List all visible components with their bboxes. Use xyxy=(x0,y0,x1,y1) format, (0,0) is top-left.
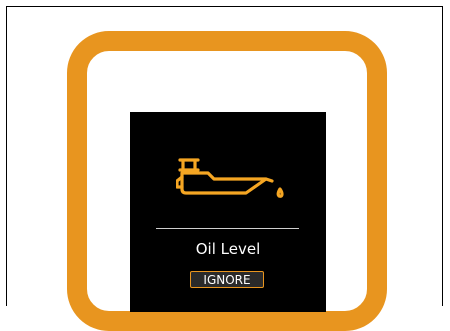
oil-can-icon xyxy=(176,158,284,198)
warning-screen: Oil Level IGNORE xyxy=(130,112,326,312)
warning-title: Oil Level xyxy=(195,240,261,258)
ignore-button[interactable]: IGNORE xyxy=(190,271,264,288)
divider-line xyxy=(156,228,299,229)
